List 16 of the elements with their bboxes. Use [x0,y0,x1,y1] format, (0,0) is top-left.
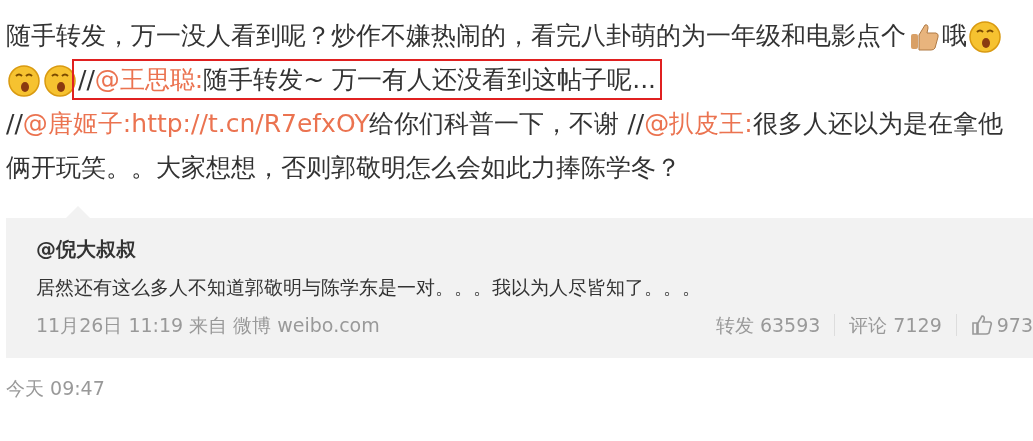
post-text: 随手转发，万一没人看到呢？炒作不嫌热闹的，看完八卦萌的为一年级和电影点个 哦 //@王思聪:随手转发~ 万一有人还没看到这帖子呢... //@唐姬子:http://t.cn/R7efxOY给你们科普一下，不谢 //@扒皮王:很多人还以为是在拿他俩开玩笑。。大家想想，否则郭敬明怎么会如此力捧陈学冬？ [6,19,1004,184]
like-link[interactable]: 973 [970,308,1033,342]
post-meta: 11月26日 11:19 来自 微博 weibo.com [36,313,381,338]
smiley-icon [43,64,77,98]
thumbs-up-icon [970,314,993,336]
smiley-icon [7,64,41,98]
quoted-text: 居然还有这么多人不知道郭敬明与陈学东是一对。。。我以为人尽皆知了。。。 [36,275,702,300]
mention-link[interactable]: http://t.cn/R7efxOY [131,109,370,138]
comment-link[interactable]: 评论 7129 [849,308,942,342]
repost-link[interactable]: 转发 63593 [715,308,821,342]
post-time: 今天 09:47 [6,376,106,401]
author-link[interactable]: @倪大叔叔 [36,232,136,266]
mention-link[interactable]: @唐姬子: [22,109,132,138]
smiley-icon [968,20,1002,54]
mention-link[interactable]: @王思聪: [94,65,204,94]
mention-link[interactable]: @扒皮王: [644,109,753,138]
